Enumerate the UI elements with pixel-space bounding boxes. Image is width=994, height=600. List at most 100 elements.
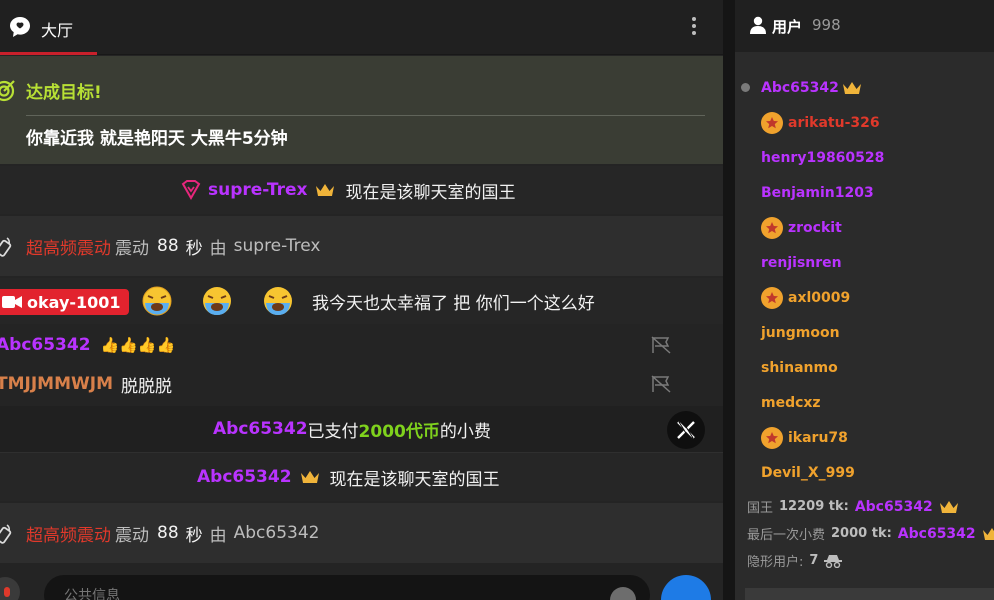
user-list: Abc65342 arikatu-326 henry19860528 Benjamin…	[735, 70, 994, 490]
user-name: jungmoon	[761, 324, 840, 341]
microphone-icon	[4, 587, 10, 597]
last-tip-label: 最后一次小费	[747, 528, 826, 543]
microphone-button[interactable]	[0, 577, 20, 600]
users-header: 用户 998	[735, 0, 994, 52]
message-text: 现在是该聊天室的国王	[345, 182, 516, 203]
divider	[26, 115, 705, 116]
user-list-item[interactable]: zrockit	[735, 210, 994, 245]
message-input[interactable]	[44, 575, 650, 600]
hidden-users-label: 隐形用户:	[747, 555, 804, 570]
vibration-icon	[0, 237, 12, 257]
more-vertical-icon[interactable]	[683, 14, 705, 40]
crown-icon	[300, 471, 319, 483]
user-list-item[interactable]: renjisnren	[735, 245, 994, 280]
tab-lobby-label: 大厅	[41, 21, 74, 40]
user-list-item[interactable]: axl0009	[735, 280, 994, 315]
goal-text: 你靠近我 就是艳阳天 大黑牛5分钟	[26, 129, 288, 149]
cam-user-badge[interactable]: okay-1001	[0, 289, 129, 315]
crown-icon	[316, 184, 335, 196]
message-username[interactable]: TMJJMMWJM	[0, 374, 113, 394]
crying-face-emoji-icon	[264, 287, 292, 315]
vibration-verb: 震动	[115, 238, 149, 259]
king-label: 国王	[747, 501, 774, 516]
send-button[interactable]	[661, 575, 711, 600]
vibration-verb: 震动	[115, 525, 149, 546]
message-username[interactable]: Abc65342	[197, 467, 292, 487]
user-list-item[interactable]: jungmoon	[735, 315, 994, 350]
message-username[interactable]: Abc65342	[213, 419, 308, 439]
user-name: axl0009	[788, 289, 851, 306]
star-badge-icon	[761, 111, 783, 134]
user-list-item[interactable]: henry19860528	[735, 140, 994, 175]
vibration-seconds: 88	[157, 236, 179, 256]
message-text: 现在是该聊天室的国王	[329, 469, 500, 490]
user-list-item[interactable]: Abc65342	[735, 70, 994, 105]
user-list-item[interactable]: medcxz	[735, 385, 994, 420]
x-share-button[interactable]	[667, 411, 705, 449]
user-name: shinanmo	[761, 359, 838, 376]
tab-lobby[interactable]: 大厅	[0, 0, 97, 55]
user-name: Devil_X_999	[761, 464, 855, 481]
last-tip-username[interactable]: Abc65342	[898, 526, 976, 542]
active-tab-indicator	[0, 52, 97, 55]
thumbs-up-icon: 👍👍👍👍	[100, 336, 176, 354]
chat-message: Abc65342 👍👍👍👍	[0, 326, 723, 364]
chat-header: 大厅	[0, 0, 723, 55]
diamond-heart-icon	[181, 180, 201, 200]
video-camera-icon	[2, 296, 22, 308]
user-name: henry19860528	[761, 149, 885, 166]
status-dot-icon	[741, 83, 750, 92]
tip-amount: 2000代币	[358, 421, 440, 442]
message-username[interactable]: Abc65342	[0, 335, 91, 355]
message-text: 脱脱脱	[121, 376, 172, 397]
message-text: 我今天也太幸福了 把 你们一个这么好	[312, 293, 595, 314]
user-name: medcxz	[761, 394, 821, 411]
tip-suffix: 的小费	[439, 421, 491, 442]
users-panel: 用户 998 Abc65342 arikatu-326 henry19860528 B…	[735, 0, 994, 600]
crown-icon	[843, 81, 861, 94]
target-icon	[0, 80, 15, 102]
user-name: zrockit	[788, 219, 842, 236]
tip-notification: Abc65342 已支付 2000代币 的小费	[0, 406, 723, 453]
last-tip-tokens: 2000 tk:	[831, 526, 892, 541]
message-input-bar	[0, 565, 723, 600]
user-name: Benjamin1203	[761, 184, 874, 201]
king-username[interactable]: Abc65342	[855, 499, 933, 515]
goal-title: 达成目标!	[26, 83, 102, 103]
last-tip-stat: 最后一次小费 2000 tk: Abc65342	[747, 524, 994, 543]
king-stat: 国王 12209 tk: Abc65342	[747, 497, 959, 516]
user-list-item[interactable]: ikaru78	[735, 420, 994, 455]
vibration-unit: 秒	[185, 238, 203, 259]
users-panel-footer-bar	[745, 588, 994, 600]
vibration-seconds: 88	[157, 523, 179, 543]
crown-icon	[982, 527, 994, 540]
panel-divider[interactable]	[723, 0, 735, 600]
user-list-item[interactable]: arikatu-326	[735, 105, 994, 140]
flag-report-icon[interactable]	[651, 375, 671, 393]
crying-face-emoji-icon	[142, 286, 172, 316]
message-username[interactable]: supre-Trex	[208, 180, 307, 200]
users-count: 998	[812, 16, 841, 34]
message-username[interactable]: supre-Trex	[234, 236, 321, 256]
king-tokens: 12209 tk:	[779, 499, 849, 514]
incognito-icon	[824, 554, 843, 568]
user-list-item[interactable]: Benjamin1203	[735, 175, 994, 210]
chat-panel: 大厅 达成目标! 你靠近我 就是艳阳天 大黑牛5分钟 supre-Trex 现在…	[0, 0, 723, 600]
star-badge-icon	[761, 286, 783, 309]
message-username[interactable]: Abc65342	[234, 523, 320, 543]
vibration-unit: 秒	[185, 525, 203, 546]
chat-bubble-icon	[10, 17, 30, 37]
user-list-item[interactable]: Devil_X_999	[735, 455, 994, 490]
star-badge-icon	[761, 216, 783, 239]
flag-report-icon[interactable]	[651, 336, 671, 354]
vibration-event: 超高频震动 震动 88 秒 由 Abc65342	[0, 503, 723, 563]
goal-banner: 达成目标! 你靠近我 就是艳阳天 大黑牛5分钟	[0, 56, 723, 164]
vibration-by: 由	[209, 525, 227, 546]
user-name: ikaru78	[788, 429, 848, 446]
user-list-item[interactable]: shinanmo	[735, 350, 994, 385]
vibration-icon	[0, 524, 12, 544]
crying-face-emoji-icon	[203, 287, 231, 315]
star-badge-icon	[761, 426, 783, 449]
user-icon	[750, 16, 766, 34]
vibration-level: 超高频震动	[26, 525, 111, 546]
